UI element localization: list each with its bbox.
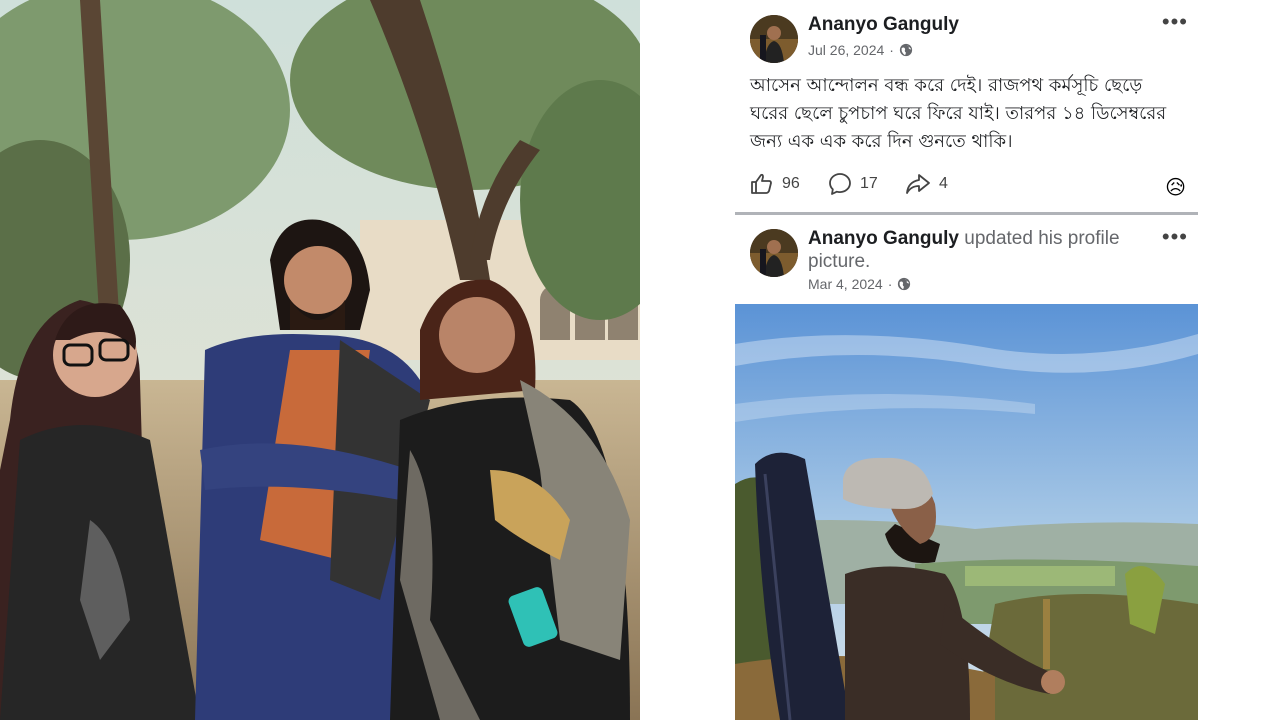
post-meta: Mar 4, 2024 · [808, 276, 911, 292]
share-icon [906, 174, 930, 194]
post-text: আসেন আন্দোলন বন্ধ করে দেই। রাজপথ কর্মসূচ… [750, 75, 1167, 152]
post-date[interactable]: Jul 26, 2024 [808, 42, 884, 58]
post: Ananyo Ganguly updated his profile pictu… [735, 215, 1198, 309]
post-date[interactable]: Mar 4, 2024 [808, 276, 883, 292]
meta-separator: · [887, 276, 893, 292]
avatar[interactable] [750, 15, 798, 63]
comment-icon [829, 173, 851, 195]
post-header: Ananyo Ganguly updated his profile pictu… [735, 215, 1198, 309]
group-photo [0, 0, 640, 720]
post: Ananyo Ganguly Jul 26, 2024 · ••• আসেন আ… [735, 0, 1198, 212]
reaction-emoji[interactable]: 😥 [1165, 175, 1186, 200]
author-name[interactable]: Ananyo Ganguly [808, 228, 959, 249]
more-options-button[interactable]: ••• [1162, 226, 1188, 248]
meta-separator: · [889, 42, 894, 58]
post-headline: Ananyo Ganguly updated his profile pictu… [808, 227, 1138, 273]
globe-icon [899, 43, 913, 57]
post-header: Ananyo Ganguly Jul 26, 2024 · ••• [735, 0, 1198, 64]
avatar[interactable] [750, 229, 798, 277]
more-options-button[interactable]: ••• [1162, 11, 1188, 33]
globe-icon [898, 277, 911, 291]
like-count: 96 [782, 175, 800, 192]
profile-picture-photo[interactable] [735, 304, 1198, 720]
post-meta: Jul 26, 2024 · [808, 42, 913, 58]
like-button[interactable]: 96 [750, 172, 800, 196]
share-button[interactable]: 4 [905, 172, 948, 196]
comment-count: 17 [860, 175, 878, 192]
thumbs-up-icon [751, 173, 772, 194]
author-name[interactable]: Ananyo Ganguly [808, 14, 959, 36]
comment-button[interactable]: 17 [828, 172, 878, 196]
share-count: 4 [939, 175, 948, 192]
post-actions: 96 17 4 😥 [735, 162, 1198, 212]
